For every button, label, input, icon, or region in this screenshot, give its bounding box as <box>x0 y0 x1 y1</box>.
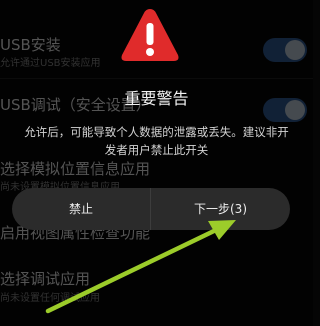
next-step-button[interactable]: 下一步(3) <box>151 188 290 230</box>
dialog-overlay: 重要警告 允许后，可能导致个人数据的泄露或丢失。建议非开发者用户禁止此开关 禁止… <box>0 0 313 326</box>
dialog-message: 允许后，可能导致个人数据的泄露或丢失。建议非开发者用户禁止此开关 <box>24 125 289 157</box>
forbid-button[interactable]: 禁止 <box>12 188 150 230</box>
screen: USB安装 允许通过USB安装应用 USB调试（安全设置） 选择模拟位置信息应用… <box>0 0 313 326</box>
dialog-title: 重要警告 <box>124 89 189 108</box>
warning-triangle-icon <box>121 9 179 61</box>
dialog-button-bar: 禁止 下一步(3) <box>12 188 290 230</box>
